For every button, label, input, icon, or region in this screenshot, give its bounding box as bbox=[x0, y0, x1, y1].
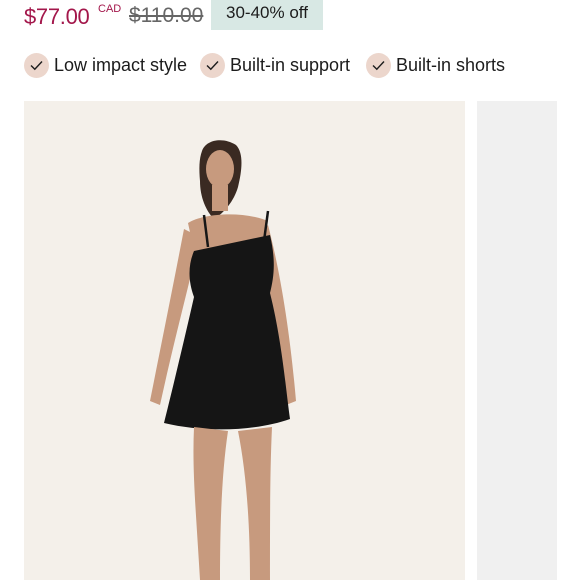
feature-label: Built-in shorts bbox=[396, 55, 506, 75]
feature-list: Low impact style Built-in support Built-… bbox=[24, 52, 580, 80]
model-black-dress-photo bbox=[150, 140, 296, 580]
feature-label: Built-in support bbox=[230, 55, 351, 75]
sale-price: $77.00 bbox=[24, 4, 90, 29]
discount-badge: 30-40% off bbox=[211, 0, 323, 30]
currency-label: CAD bbox=[98, 3, 122, 15]
check-icon bbox=[366, 53, 391, 78]
check-icon bbox=[24, 53, 49, 78]
feature-label: Low impact style bbox=[54, 55, 188, 75]
price-row: $77.00 CAD $110.00 30-40% off bbox=[24, 0, 580, 32]
original-price: $110.00 bbox=[129, 4, 204, 27]
check-icon bbox=[200, 53, 225, 78]
product-image-main[interactable] bbox=[24, 101, 465, 580]
gallery-next-image[interactable] bbox=[477, 101, 557, 580]
